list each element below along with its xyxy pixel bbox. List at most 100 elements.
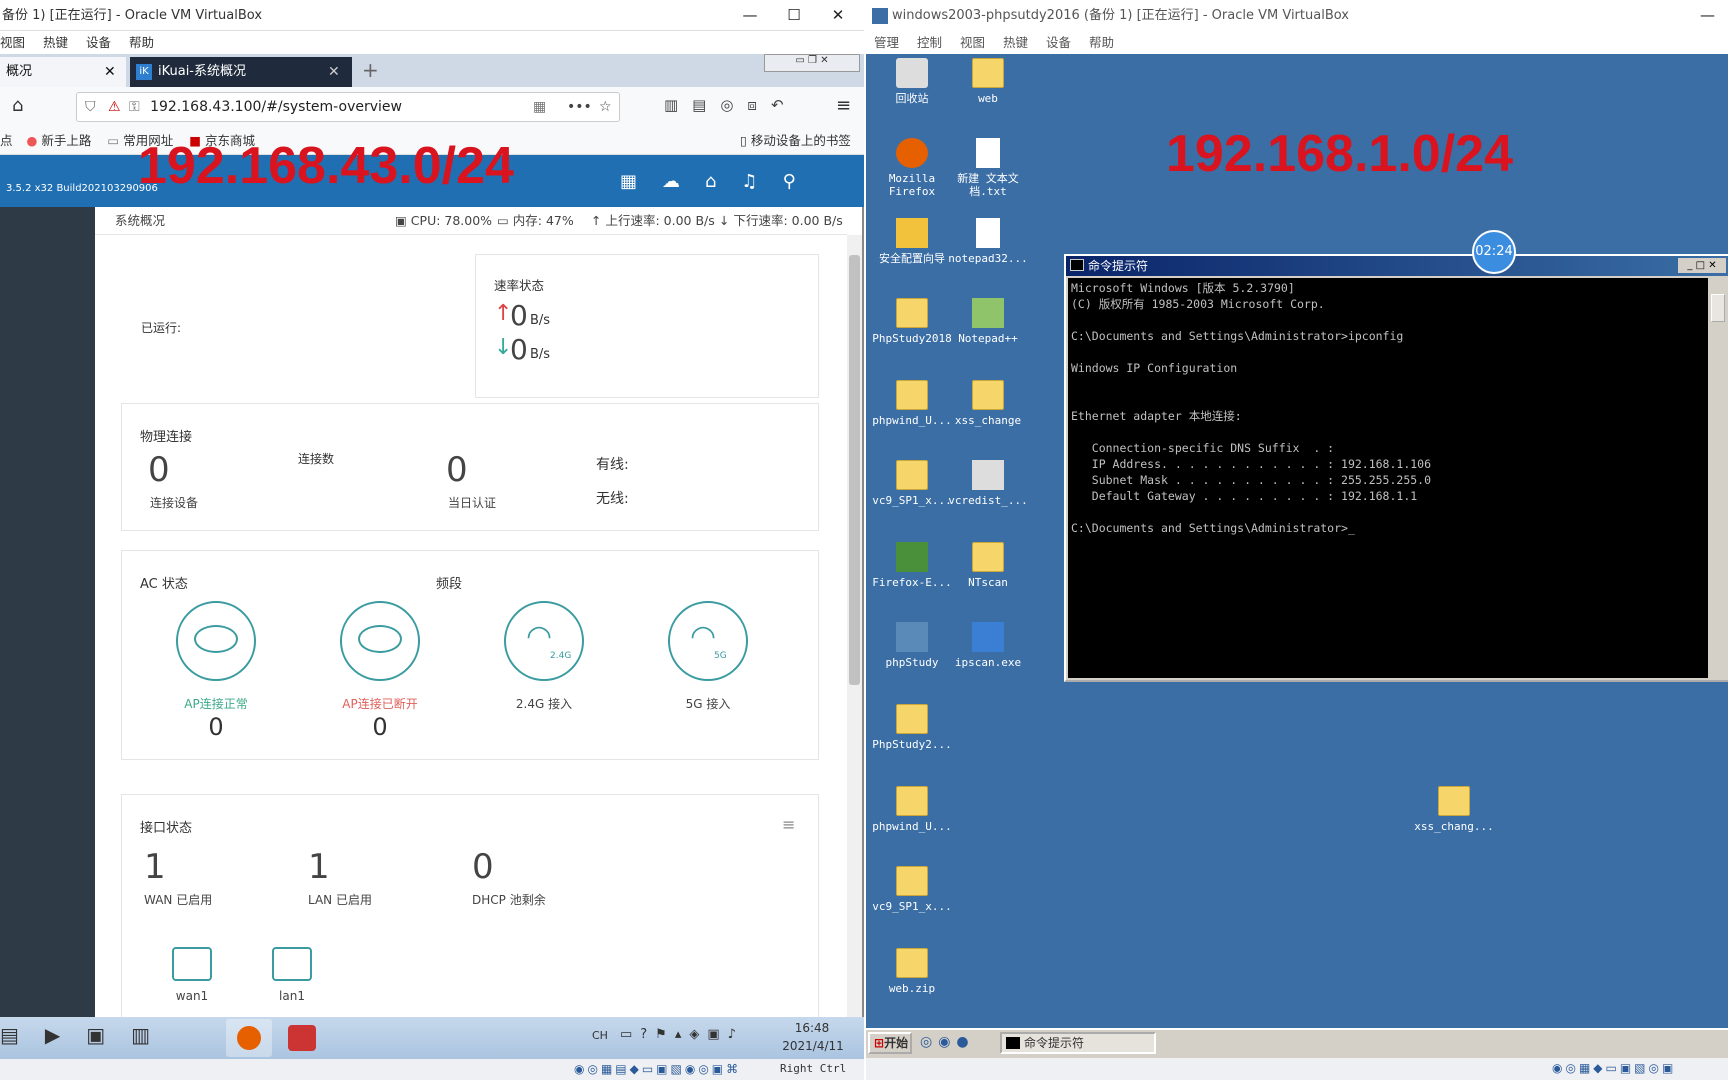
scrollbar-thumb[interactable] xyxy=(1711,294,1725,322)
menu-devices[interactable]: 设备 xyxy=(1046,35,1071,50)
speed-card: 速率状态 ↑ 0 B/s ↓ 0 B/s xyxy=(475,254,819,398)
menu-help[interactable]: 帮助 xyxy=(129,35,154,50)
menu-view[interactable]: 视图 xyxy=(960,35,985,50)
menu-view[interactable]: 视图 xyxy=(0,35,25,50)
desktop-icon-notepad32[interactable]: notepad32... xyxy=(946,218,1030,265)
win7-taskbar: ▤▶▣▥ CH ▭?⚑▴◈▣♪ 16:48 2021/4/11 xyxy=(0,1017,864,1059)
devices-value: 0 xyxy=(148,450,170,490)
timer-badge[interactable]: 02:24 xyxy=(1472,230,1516,274)
vbox-status-icons[interactable]: ◉◎▦▤◆▭▣▧◉◎▣⌘ xyxy=(574,1062,741,1076)
page-scrollbar[interactable] xyxy=(847,235,862,1017)
right-vm-window: windows2003-phpsutdy2016 (备份 1) [正在运行] -… xyxy=(866,0,1728,1080)
tray-icons[interactable]: ▭?⚑▴◈▣♪ xyxy=(620,1027,744,1042)
desktop-icon-firefox-e[interactable]: Firefox-E... xyxy=(870,542,954,589)
menu-help[interactable]: 帮助 xyxy=(1089,35,1114,50)
desktop-icon-ipscan[interactable]: ipscan.exe xyxy=(946,622,1030,669)
cmd-scrollbar[interactable] xyxy=(1710,278,1726,678)
desktop-icon-web[interactable]: web xyxy=(946,58,1030,105)
desktop-icon-phpstudy-zip[interactable]: PhpStudy2... xyxy=(870,704,954,751)
star-icon[interactable]: ☆ xyxy=(599,93,612,121)
desktop-icon-recycle-bin[interactable]: 回收站 xyxy=(870,58,954,105)
more-icon[interactable]: ••• xyxy=(567,93,592,121)
desktop-icon-label: phpwind_U... xyxy=(872,414,952,427)
menu-control[interactable]: 控制 xyxy=(917,35,942,50)
cmd-window-controls[interactable]: _ □ ✕ xyxy=(1678,258,1726,273)
wired-label: 有线: xyxy=(596,457,629,473)
running-label: 已运行: xyxy=(141,321,182,335)
menu-icon[interactable]: ≡ xyxy=(836,95,851,116)
app-64-icon[interactable] xyxy=(288,1025,316,1051)
cmd-titlebar[interactable]: 命令提示符 _ □ ✕ xyxy=(1066,256,1728,276)
cmd-line: (C) 版权所有 1985-2003 Microsoft Corp. xyxy=(1071,297,1325,311)
inner-window-controls[interactable]: ▭ ❐ ✕ xyxy=(764,54,860,72)
menu-manage[interactable]: 管理 xyxy=(874,35,899,50)
vbox-status-icons[interactable]: ◉◎▦◆▭▣▧◎▣ xyxy=(1552,1061,1676,1075)
close-tab-icon[interactable]: ✕ xyxy=(104,57,116,87)
menu-hotkey[interactable]: 热键 xyxy=(1003,35,1028,50)
wizard-icon xyxy=(896,218,928,248)
cmd-output[interactable]: Microsoft Windows [版本 5.2.3790] (C) 版权所有 … xyxy=(1068,278,1708,678)
browser-tab-ikuai[interactable]: iK iKuai-系统概况 ✕ xyxy=(130,57,352,87)
desktop-icon-phpwind-zip[interactable]: phpwind_U... xyxy=(870,786,954,833)
desktop-icon-web-zip[interactable]: web.zip xyxy=(870,948,954,995)
quicklaunch-icons[interactable]: ◎◉● xyxy=(920,1034,975,1050)
toolbar-icons[interactable]: ▥▤◎⧈↶ xyxy=(664,96,798,114)
cmd-line xyxy=(1071,344,1705,360)
clock-date[interactable]: 2021/4/11 xyxy=(780,1039,846,1053)
down-speed: ↓ 下行速率: 0.00 B/s xyxy=(719,207,843,235)
minimize-button[interactable]: — xyxy=(1700,0,1715,31)
desktop-icon-label: 新建 文本文档.txt xyxy=(957,172,1019,198)
clock-time[interactable]: 16:48 xyxy=(784,1021,840,1035)
desktop-icon-vc9[interactable]: vc9_SP1_x... xyxy=(870,460,954,507)
ap-off-ring xyxy=(340,601,420,681)
minimize-button[interactable]: — xyxy=(728,0,772,31)
ac-status-card: AC 状态 频段 AP连接正常 0 AP连接已断开 0 ◠ 2.4G 2.4G … xyxy=(121,550,819,760)
installer-icon xyxy=(972,460,1004,490)
desktop-icon-phpstudy[interactable]: phpStudy xyxy=(870,622,954,669)
desktop-icon-security-wizard[interactable]: 安全配置向导 xyxy=(870,218,954,265)
close-tab-icon[interactable]: ✕ xyxy=(328,57,340,87)
version-label: 3.5.2 x32 Build202103290906 xyxy=(6,183,158,194)
cmd-line: Connection-specific DNS Suffix . : xyxy=(1071,441,1335,455)
url-bar[interactable]: ⛉ ⚠ ⚿ 192.168.43.100/#/system-overview ▦… xyxy=(76,92,620,122)
cmd-window[interactable]: 命令提示符 _ □ ✕ Microsoft Windows [版本 5.2.37… xyxy=(1064,254,1728,682)
maximize-button[interactable]: ☐ xyxy=(772,0,816,31)
wifi-icon: ◠ xyxy=(526,619,553,654)
browser-tab-overview[interactable]: 概况 ✕ xyxy=(0,57,126,87)
up-speed: ↑ 上行速率: 0.00 B/s xyxy=(591,207,715,235)
dhcp-label: DHCP 池剩余 xyxy=(472,893,546,907)
menu-hotkey[interactable]: 热键 xyxy=(43,35,68,50)
start-button[interactable]: ⊞开始 xyxy=(868,1032,912,1054)
cmd-line: Windows IP Configuration xyxy=(1071,361,1238,375)
close-button[interactable]: ✕ xyxy=(816,0,860,31)
folder-icon xyxy=(972,542,1004,572)
cpu-text: CPU: 78.00% xyxy=(410,213,493,228)
desktop-icon-vcredist[interactable]: vcredist_... xyxy=(946,460,1030,507)
menu-devices[interactable]: 设备 xyxy=(86,35,111,50)
desktop-icon-notepadpp[interactable]: Notepad++ xyxy=(946,298,1030,345)
qr-icon[interactable]: ▦ xyxy=(533,93,546,121)
list-icon[interactable]: ≡ xyxy=(782,815,795,834)
mobile-bookmarks[interactable]: ▯ 移动设备上的书签 xyxy=(740,127,851,155)
taskbar-cmd-button[interactable]: 命令提示符 xyxy=(1000,1032,1156,1054)
firefox-taskbar-button[interactable] xyxy=(226,1019,272,1057)
desktop-icon-phpstudy2018[interactable]: PhpStudy2018 xyxy=(870,298,954,345)
home-icon[interactable]: ⌂ xyxy=(12,95,23,116)
desktop-icon-phpwind[interactable]: phpwind_U... xyxy=(870,380,954,427)
bookmark-item[interactable]: 新手上路 xyxy=(41,133,91,148)
desktop-icon-vc9-zip[interactable]: vc9_SP1_x... xyxy=(870,866,954,913)
header-icons[interactable]: ▦☁⌂♫⚲ xyxy=(620,171,821,192)
lang-indicator[interactable]: CH xyxy=(592,1029,608,1042)
scrollbar-thumb[interactable] xyxy=(849,255,860,685)
desktop-icon-textfile[interactable]: 新建 文本文档.txt xyxy=(946,138,1030,198)
mobile-bookmarks-label: 移动设备上的书签 xyxy=(750,133,851,148)
taskbar-app-icons[interactable]: ▤▶▣▥ xyxy=(0,1023,176,1047)
speed-title: 速率状态 xyxy=(494,278,545,293)
new-tab-icon[interactable]: + xyxy=(362,58,379,82)
left-vm-title: 备份 1) [正在运行] - Oracle VM VirtualBox xyxy=(2,8,263,23)
desktop-icon-xss-zip[interactable]: xss_chang... xyxy=(1412,786,1496,833)
bookmark-item[interactable]: 点 xyxy=(0,133,13,148)
desktop-icon-ntscan[interactable]: NTscan xyxy=(946,542,1030,589)
desktop-icon-firefox[interactable]: Mozilla Firefox xyxy=(870,138,954,198)
desktop-icon-xss-change[interactable]: xss_change xyxy=(946,380,1030,427)
